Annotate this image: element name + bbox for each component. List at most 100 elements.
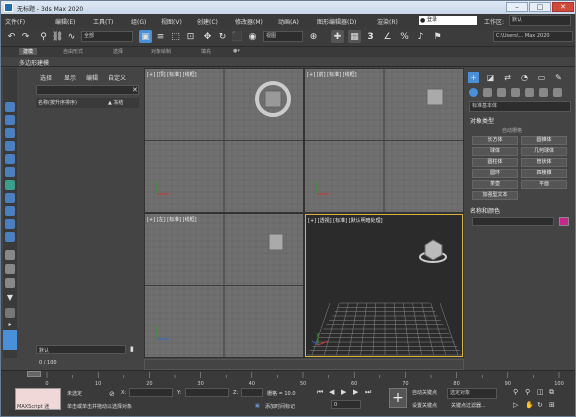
pivot-center-icon[interactable]: ⊕	[307, 30, 320, 43]
scene-list[interactable]	[36, 109, 139, 341]
angle-snap-icon[interactable]: ∠	[381, 30, 394, 43]
pyramid-button[interactable]: 四棱锥	[521, 169, 567, 178]
current-frame-input[interactable]: 0	[331, 400, 361, 409]
account-box[interactable]: ● 登录	[419, 16, 477, 25]
layer-explorer-icon[interactable]	[3, 330, 17, 350]
hierarchy-tab-icon[interactable]: ⇄	[502, 72, 513, 83]
select-manipulate-icon[interactable]: ✚	[331, 30, 344, 43]
menu-rendering[interactable]: 渲染(R)	[377, 17, 398, 26]
selection-filter-dropdown[interactable]: 全部	[81, 31, 133, 42]
motion-tab-icon[interactable]: ◔	[519, 72, 530, 83]
filter-funnel-icon[interactable]: ▼	[5, 293, 15, 303]
pan-icon[interactable]: ✋	[525, 401, 534, 409]
scene-tab-customize[interactable]: 自定义	[108, 73, 126, 82]
torus-button[interactable]: 圆环	[472, 169, 518, 178]
camera-filter-icon[interactable]	[5, 180, 15, 190]
keyboard-shortcut-icon[interactable]: ▦	[348, 30, 361, 43]
scene-tab-display[interactable]: 显示	[64, 73, 76, 82]
set-key-button[interactable]: +	[389, 388, 407, 408]
fov-icon[interactable]: ▷	[513, 401, 518, 409]
geometry-icon[interactable]	[469, 88, 478, 97]
unlink-icon[interactable]: ⛓	[51, 30, 64, 43]
object-color-swatch[interactable]	[559, 217, 569, 226]
viewcube-persp[interactable]	[306, 215, 463, 357]
plane-button[interactable]: 平面	[521, 180, 567, 189]
container-filter-icon[interactable]	[5, 264, 15, 274]
selected-set-dropdown[interactable]: 选定对象	[447, 388, 497, 399]
place-icon[interactable]: ◉	[246, 30, 259, 43]
frame-counter[interactable]	[144, 359, 464, 370]
zoom-extents-all-icon[interactable]: ⧉	[549, 388, 554, 397]
menu-tools[interactable]: 工具(T)	[93, 17, 113, 26]
ribbon-tab-modeling[interactable]: 建模	[19, 48, 38, 55]
rect-select-region-icon[interactable]: ⬚	[169, 30, 182, 43]
workspace-dropdown[interactable]: 默认	[509, 15, 571, 26]
maximize-viewport-icon[interactable]: ⊞	[549, 401, 555, 409]
lock-selection-icon[interactable]: ⊘	[109, 390, 115, 398]
snap-toggle-icon[interactable]: 3	[364, 30, 377, 43]
light-filter-icon[interactable]	[5, 167, 15, 177]
menu-group[interactable]: 组(G)	[131, 17, 146, 26]
cone-button[interactable]: 圆锥体	[521, 136, 567, 145]
rotate-icon[interactable]: ↻	[216, 30, 229, 43]
ribbon-options-icon[interactable]: ●▾	[233, 48, 240, 54]
ribbon-tab-selection[interactable]: 选择	[113, 48, 123, 55]
zoom-all-icon[interactable]: ⚲	[525, 388, 530, 396]
name-color-header[interactable]: 名称和颜色	[470, 206, 500, 215]
timeline-ruler[interactable]: 0 10 20 30 40 50 60 70 80 90 100	[7, 372, 567, 386]
project-path-dropdown[interactable]: C:\Users\... Max 2020	[493, 31, 573, 42]
play-icon[interactable]: ▶	[341, 388, 346, 396]
viewcube-left[interactable]	[145, 214, 303, 357]
menu-view[interactable]: 视图(V)	[161, 17, 182, 26]
ribbon-tab-populate[interactable]: 填充	[201, 48, 211, 55]
helper-filter-icon[interactable]	[5, 193, 15, 203]
helpers-icon[interactable]	[525, 88, 534, 97]
maximize-button[interactable]: □	[529, 2, 551, 12]
menu-create[interactable]: 创建(C)	[197, 17, 218, 26]
ribbon-tab-freeform[interactable]: 自由形式	[63, 48, 83, 55]
lights-icon[interactable]	[497, 88, 506, 97]
text-plus-button[interactable]: 加强型文本	[472, 191, 518, 200]
object-type-header[interactable]: 对象类型	[470, 116, 494, 125]
scene-search-input[interactable]	[36, 85, 139, 95]
bone-filter-icon[interactable]	[5, 250, 15, 260]
close-button[interactable]: ✕	[552, 2, 574, 12]
z-coordinate-input[interactable]	[241, 388, 263, 397]
shape-filter-icon[interactable]	[5, 154, 15, 164]
modify-tab-icon[interactable]: ◪	[485, 72, 496, 83]
display-none-icon[interactable]	[5, 102, 15, 112]
object-name-input[interactable]	[472, 217, 554, 226]
key-filters-button[interactable]: 关键点过滤器...	[451, 402, 486, 409]
tube-button[interactable]: 管状体	[521, 158, 567, 167]
cameras-icon[interactable]	[511, 88, 520, 97]
select-object-icon[interactable]: ▣	[139, 30, 152, 43]
group-filter-icon[interactable]	[5, 219, 15, 229]
category-dropdown[interactable]: 标准基本体	[469, 101, 571, 112]
scene-tab-select[interactable]: 选择	[40, 73, 52, 82]
menu-modifiers[interactable]: 修改器(M)	[235, 17, 263, 26]
viewcube-front[interactable]	[305, 69, 463, 212]
viewcube-top[interactable]	[145, 69, 303, 212]
go-start-icon[interactable]: ⏮	[317, 388, 323, 397]
systems-icon[interactable]	[553, 88, 562, 97]
y-coordinate-input[interactable]	[185, 388, 229, 397]
select-by-name-icon[interactable]: ≡	[154, 30, 167, 43]
x-coordinate-input[interactable]	[129, 388, 173, 397]
frozen-filter-icon[interactable]	[5, 278, 15, 288]
create-tab-icon[interactable]: +	[468, 72, 479, 83]
sphere-button[interactable]: 球体	[472, 147, 518, 156]
viewport-perspective[interactable]: [+] [透视] [标准] [默认明暗处理]	[305, 214, 463, 357]
teapot-button[interactable]: 茶壶	[472, 180, 518, 189]
named-selection-sets-icon[interactable]: ⚑	[431, 30, 444, 43]
bind-space-warp-icon[interactable]: ∿	[65, 30, 78, 43]
display-all-icon[interactable]	[5, 115, 15, 125]
undo-icon[interactable]: ↶	[5, 30, 18, 43]
menu-graph-editors[interactable]: 图形编辑器(D)	[317, 17, 356, 26]
geosphere-button[interactable]: 几何球体	[521, 147, 567, 156]
column-name-header[interactable]: 名称(按升序排序)	[38, 98, 77, 108]
prev-frame-icon[interactable]: ◀	[329, 388, 334, 396]
add-time-tag[interactable]: 添加时间标记	[265, 403, 295, 410]
maxscript-listener[interactable]: MAXScript 迷	[15, 388, 61, 410]
cylinder-button[interactable]: 圆柱体	[472, 158, 518, 167]
reference-coord-dropdown[interactable]: 视图	[263, 31, 303, 42]
